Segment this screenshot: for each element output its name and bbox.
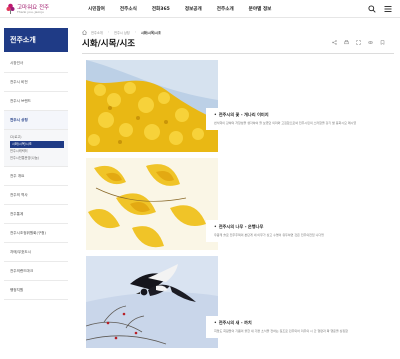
- forsythia-image: [86, 60, 218, 152]
- sidebar-item-statistics[interactable]: 전주통계: [4, 205, 68, 224]
- logo-subtext: Thank you, Jeonju: [17, 10, 44, 14]
- sidebar-subitem-character[interactable]: 전주시캐릭터: [10, 148, 68, 155]
- symbol-caption: 전주시의 새 - 까치 희망도 희람들의 기쁨의 불한 새 기쁜 소식을 전하는…: [206, 316, 390, 338]
- sidebar-subitem-ci[interactable]: CI(로고): [10, 134, 68, 141]
- nav-item-call365[interactable]: 전화365: [152, 6, 170, 12]
- page-title: 시화/시목/시조: [82, 39, 136, 49]
- sidebar-item-history[interactable]: 전주의 역사: [4, 186, 68, 205]
- breadcrumb: 전주소개 › 전주시 상징 › 시화/시목/시조: [82, 28, 161, 36]
- title-divider: [82, 53, 394, 54]
- symbol-caption: 전주시의 꽃 - 개나리 이미지 번식력이 강하며 저항성을 생각하여 잘 보였…: [206, 108, 390, 130]
- sidebar-item-vision[interactable]: 전주시 비전: [4, 73, 68, 92]
- symbol-description: 희망도 희람들의 기쁨의 불한 새 기쁜 소식을 전하는 길조로 민주되어 미주…: [214, 329, 348, 333]
- sidebar-item-committee[interactable]: 전주시조정위원회(구청): [4, 224, 68, 243]
- hamburger-menu-icon[interactable]: [384, 5, 392, 13]
- search-icon[interactable]: [368, 5, 376, 13]
- breadcrumb-item-symbol[interactable]: 전주시 상징: [114, 30, 130, 35]
- sidebar-item-symbol[interactable]: 전주시 상징: [4, 111, 68, 130]
- sidebar-item-greeting[interactable]: 시장인사: [4, 54, 68, 73]
- print-icon[interactable]: [344, 40, 349, 45]
- nav-item-news[interactable]: 전주소식: [120, 6, 137, 12]
- breadcrumb-separator: ›: [107, 30, 110, 34]
- sidebar-subitem-symbols[interactable]: 시화/시목/시조: [10, 141, 64, 148]
- expand-icon[interactable]: [356, 40, 361, 45]
- sidebar-item-brand[interactable]: 전주시 브랜드: [4, 92, 68, 111]
- home-icon[interactable]: [82, 29, 87, 35]
- nav-item-disclosure[interactable]: 정보공개: [185, 6, 202, 12]
- sidebar-subitem-pattern[interactable]: 전주시전통문양(나눔): [10, 155, 68, 162]
- breadcrumb-separator: ›: [134, 30, 136, 34]
- sidebar-item-landmark[interactable]: 전주의랜드마크: [4, 262, 68, 281]
- symbol-description: 우람게 솔로 전주주택의 본단게 네 이무가 상고 수명이 유두하면 것은 전주…: [214, 233, 324, 237]
- bookmark-icon[interactable]: [380, 40, 385, 45]
- site-header: 고마워요 전주 Thank you, Jeonju 시민참여 전주소식 전화36…: [0, 0, 400, 18]
- global-nav: 시민참여 전주소식 전화365 정보공개 전주소개 분야별 정보: [88, 0, 286, 18]
- symbol-title: 전주시의 나무 - 은행나무: [214, 224, 390, 230]
- symbol-description: 번식력이 강하며 저항성을 생각하여 잘 보였던 의미와 고집함으로써 전주시민…: [214, 121, 357, 125]
- magpie-image: [86, 256, 218, 348]
- nav-item-info[interactable]: 분야별 정보: [249, 6, 272, 12]
- symbol-title: 전주시의 새 - 까치: [214, 320, 390, 326]
- sidebar-item-overview[interactable]: 전주 개요: [4, 167, 68, 186]
- sidebar-item-admin[interactable]: 행정지원: [4, 281, 68, 300]
- symbol-caption: 전주시의 나무 - 은행나무 우람게 솔로 전주주택의 본단게 네 이무가 상고…: [206, 220, 390, 242]
- symbol-title: 전주시의 꽃 - 개나리 이미지: [214, 112, 390, 118]
- breadcrumb-item-about[interactable]: 전주소개: [91, 30, 103, 35]
- share-icon[interactable]: [332, 40, 337, 45]
- breadcrumb-current: 시화/시목/시조: [140, 30, 161, 35]
- site-logo[interactable]: 고마워요 전주 Thank you, Jeonju: [6, 2, 49, 16]
- sidebar-item-sister-cities[interactable]: 자매/우호도시: [4, 243, 68, 262]
- nav-item-about[interactable]: 전주소개: [217, 6, 234, 12]
- ginkgo-image: [86, 158, 218, 250]
- sidebar-menu: 시장인사 전주시 비전 전주시 브랜드 전주시 상징 CI(로고) 시화/시목/…: [4, 54, 68, 300]
- nav-item-participation[interactable]: 시민참여: [88, 6, 105, 12]
- sidebar-title: 전주소개: [4, 28, 68, 52]
- sidebar-submenu: CI(로고) 시화/시목/시조 전주시캐릭터 전주시전통문양(나눔): [4, 130, 68, 167]
- sidebar: 전주소개 시장인사 전주시 비전 전주시 브랜드 전주시 상징 CI(로고) 시…: [0, 28, 70, 359]
- link-icon[interactable]: [368, 40, 373, 45]
- logo-mark-icon: [6, 3, 15, 14]
